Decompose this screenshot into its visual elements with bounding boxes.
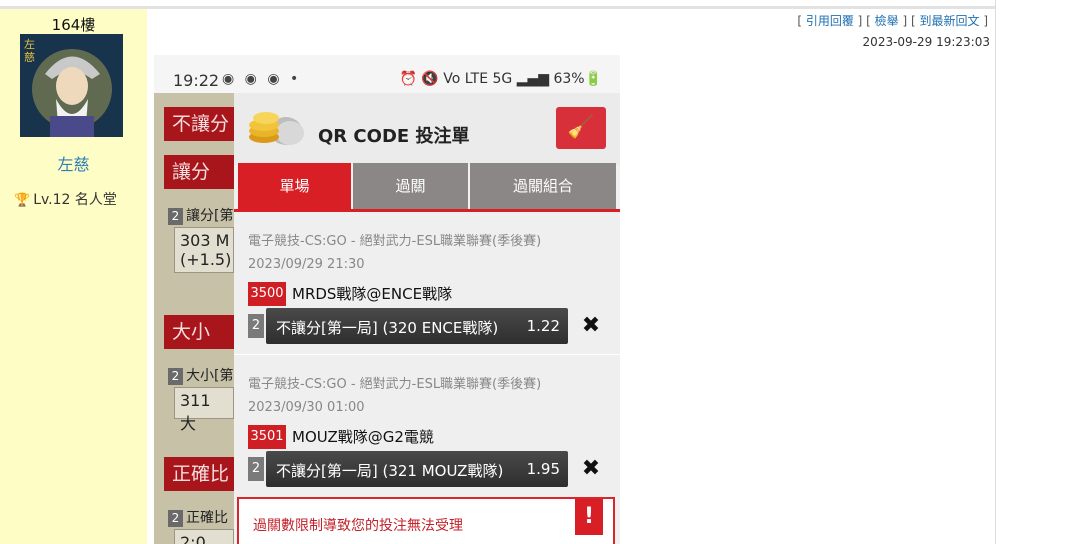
clear-button[interactable]: 🧹 [556, 107, 606, 149]
bg-row: 2 讓分[第 [168, 205, 234, 225]
qr-betslip-modal: QR CODE 投注單 🧹 單場 過關 過關組合 電子競技-CS:GO - 絕對… [234, 93, 620, 544]
bet-selection: 不讓分[第一局] (320 ENCE戰隊) [276, 319, 499, 337]
bet-item: 電子競技-CS:GO - 絕對武力-ESL職業聯賽(季後賽) 2023/09/2… [234, 212, 620, 354]
bet-league: 電子競技-CS:GO - 絕對武力-ESL職業聯賽(季後賽) [248, 234, 542, 249]
latest-reply-link[interactable]: 到最新回文 [919, 14, 979, 28]
coins-icon [249, 112, 304, 145]
bet-date: 2023/09/29 21:30 [248, 257, 365, 272]
background-app: 不讓分 讓分 2 讓分[第 303 M (+1.5) 大小 2 大小[第 311 大… [154, 93, 234, 544]
quote-reply-link[interactable]: 引用回覆 [806, 14, 854, 28]
bg-header: 大小 [164, 315, 234, 349]
broom-icon: 🧹 [567, 115, 595, 140]
post-actions: [ 引用回覆 ] [ 檢舉 ] [ 到最新回文 ] [797, 14, 988, 28]
svg-text:左: 左 [24, 38, 35, 51]
bg-box: 311 大 [174, 387, 234, 433]
bet-type-tabs: 單場 過關 過關組合 [234, 163, 620, 212]
bet-odds: 1.22 [526, 317, 560, 335]
modal-header: QR CODE 投注單 🧹 [234, 93, 620, 165]
bet-match: MOUZ戰隊@G2電競 [292, 428, 434, 446]
error-message: 過關數限制導致您的投注無法受理 [253, 518, 463, 534]
trophy-icon: 🏆 [14, 193, 31, 208]
bet-date: 2023/09/30 01:00 [248, 400, 365, 415]
status-bar: 19:22 ◉ ◉ ◉ • ⏰ 🔇 Vo LTE 5G ▂▄▆ 63%🔋 [154, 55, 620, 95]
level-text: Lv.12 名人堂 [33, 192, 117, 208]
bet-league: 電子競技-CS:GO - 絕對武力-ESL職業聯賽(季後賽) [248, 377, 542, 392]
bg-header: 讓分 [164, 155, 234, 189]
bet-match: MRDS戰隊@ENCE戰隊 [292, 285, 453, 303]
status-indicators: ⏰ 🔇 Vo LTE 5G ▂▄▆ 63%🔋 [399, 71, 603, 87]
bet-item: 電子競技-CS:GO - 絕對武力-ESL職業聯賽(季後賽) 2023/09/3… [234, 355, 620, 497]
tab-single[interactable]: 單場 [238, 163, 351, 209]
warning-icon: ! [575, 499, 603, 535]
bet-odds: 1.95 [526, 460, 560, 478]
bg-box: 2:0 [174, 529, 234, 544]
modal-title: QR CODE 投注單 [318, 126, 470, 147]
bet-number-badge: 2 [248, 314, 264, 338]
tab-parlay-combo[interactable]: 過關組合 [470, 163, 616, 209]
remove-bet-icon[interactable]: ✖ [578, 309, 604, 343]
top-divider [0, 6, 995, 9]
bet-number-badge: 2 [248, 457, 264, 481]
content-border [995, 0, 996, 544]
error-message-box: 過關數限制導致您的投注無法受理 ! [237, 497, 615, 544]
status-time: 19:22 [173, 71, 220, 90]
floor-number: 164樓 [51, 16, 96, 34]
bet-selection-bar[interactable]: 不讓分[第一局] (321 MOUZ戰隊) 1.95 [266, 451, 568, 487]
avatar[interactable]: 左 慈 [20, 34, 123, 137]
post-timestamp: 2023-09-29 19:23:03 [862, 35, 990, 49]
phone-screenshot: 19:22 ◉ ◉ ◉ • ⏰ 🔇 Vo LTE 5G ▂▄▆ 63%🔋 不讓分… [154, 55, 620, 544]
report-link[interactable]: 檢舉 [875, 14, 899, 28]
chrome-notification-icons: ◉ ◉ ◉ • [222, 71, 302, 87]
bg-box: 303 M (+1.5) [174, 227, 234, 273]
bet-selection: 不讓分[第一局] (321 MOUZ戰隊) [276, 462, 504, 480]
user-level: 🏆 Lv.12 名人堂 [14, 189, 117, 209]
bet-code-badge: 3500 [248, 282, 286, 306]
bet-code-badge: 3501 [248, 425, 286, 449]
remove-bet-icon[interactable]: ✖ [578, 452, 604, 486]
bg-row: 2 大小[第 [168, 365, 234, 385]
bet-selection-bar[interactable]: 不讓分[第一局] (320 ENCE戰隊) 1.22 [266, 308, 568, 344]
user-panel: 164樓 左 慈 左慈 🏆 Lv.12 名人堂 [0, 9, 147, 544]
username[interactable]: 左慈 [0, 151, 147, 175]
bg-header: 不讓分 [164, 107, 234, 141]
bg-header: 正確比 [164, 457, 234, 491]
tab-parlay[interactable]: 過關 [353, 163, 468, 209]
bg-row: 2 正確比 [168, 507, 234, 527]
svg-text:慈: 慈 [24, 50, 35, 64]
